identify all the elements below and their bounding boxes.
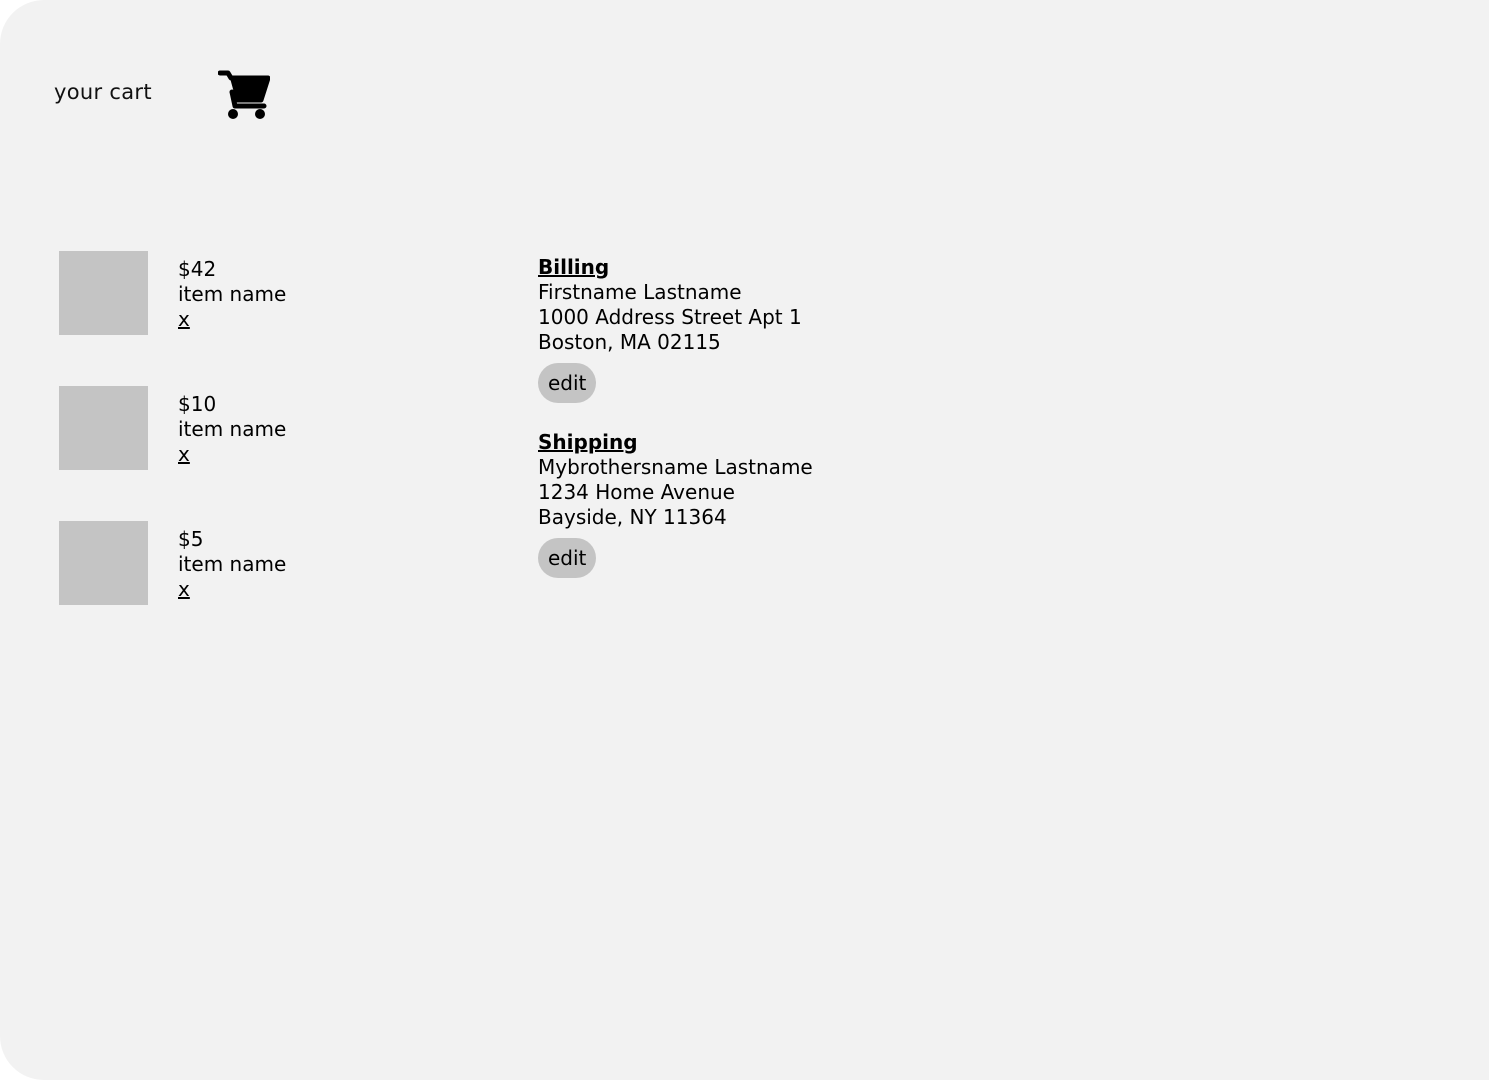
shopping-cart-icon[interactable]: [217, 70, 271, 120]
cart-page: your cart $42 item name x $10 item name …: [0, 0, 1489, 1080]
shipping-city-line: Bayside, NY 11364: [538, 505, 727, 529]
item-name: item name: [178, 417, 287, 441]
shipping-street: 1234 Home Avenue: [538, 480, 735, 504]
billing-section: Billing Firstname Lastname 1000 Address …: [538, 255, 802, 403]
billing-name: Firstname Lastname: [538, 280, 742, 304]
remove-item-button[interactable]: x: [178, 444, 190, 464]
edit-shipping-button[interactable]: edit: [538, 538, 597, 578]
cart-item: $42 item name x: [59, 251, 459, 335]
shipping-name: Mybrothersname Lastname: [538, 455, 813, 479]
item-price: $5: [178, 527, 204, 551]
item-name: item name: [178, 282, 287, 306]
item-image-placeholder: [59, 386, 148, 470]
billing-city-line: Boston, MA 02115: [538, 330, 721, 354]
shipping-heading: Shipping: [538, 430, 638, 454]
item-image-placeholder: [59, 251, 148, 335]
cart-item: $5 item name x: [59, 521, 459, 605]
page-title: your cart: [54, 80, 152, 104]
remove-item-button[interactable]: x: [178, 309, 190, 329]
billing-heading: Billing: [538, 255, 610, 279]
item-image-placeholder: [59, 521, 148, 605]
item-name: item name: [178, 552, 287, 576]
shipping-section: Shipping Mybrothersname Lastname 1234 Ho…: [538, 430, 813, 578]
remove-item-button[interactable]: x: [178, 579, 190, 599]
cart-item: $10 item name x: [59, 386, 459, 470]
item-price: $42: [178, 257, 217, 281]
edit-billing-button[interactable]: edit: [538, 363, 597, 403]
billing-street: 1000 Address Street Apt 1: [538, 305, 802, 329]
item-price: $10: [178, 392, 217, 416]
